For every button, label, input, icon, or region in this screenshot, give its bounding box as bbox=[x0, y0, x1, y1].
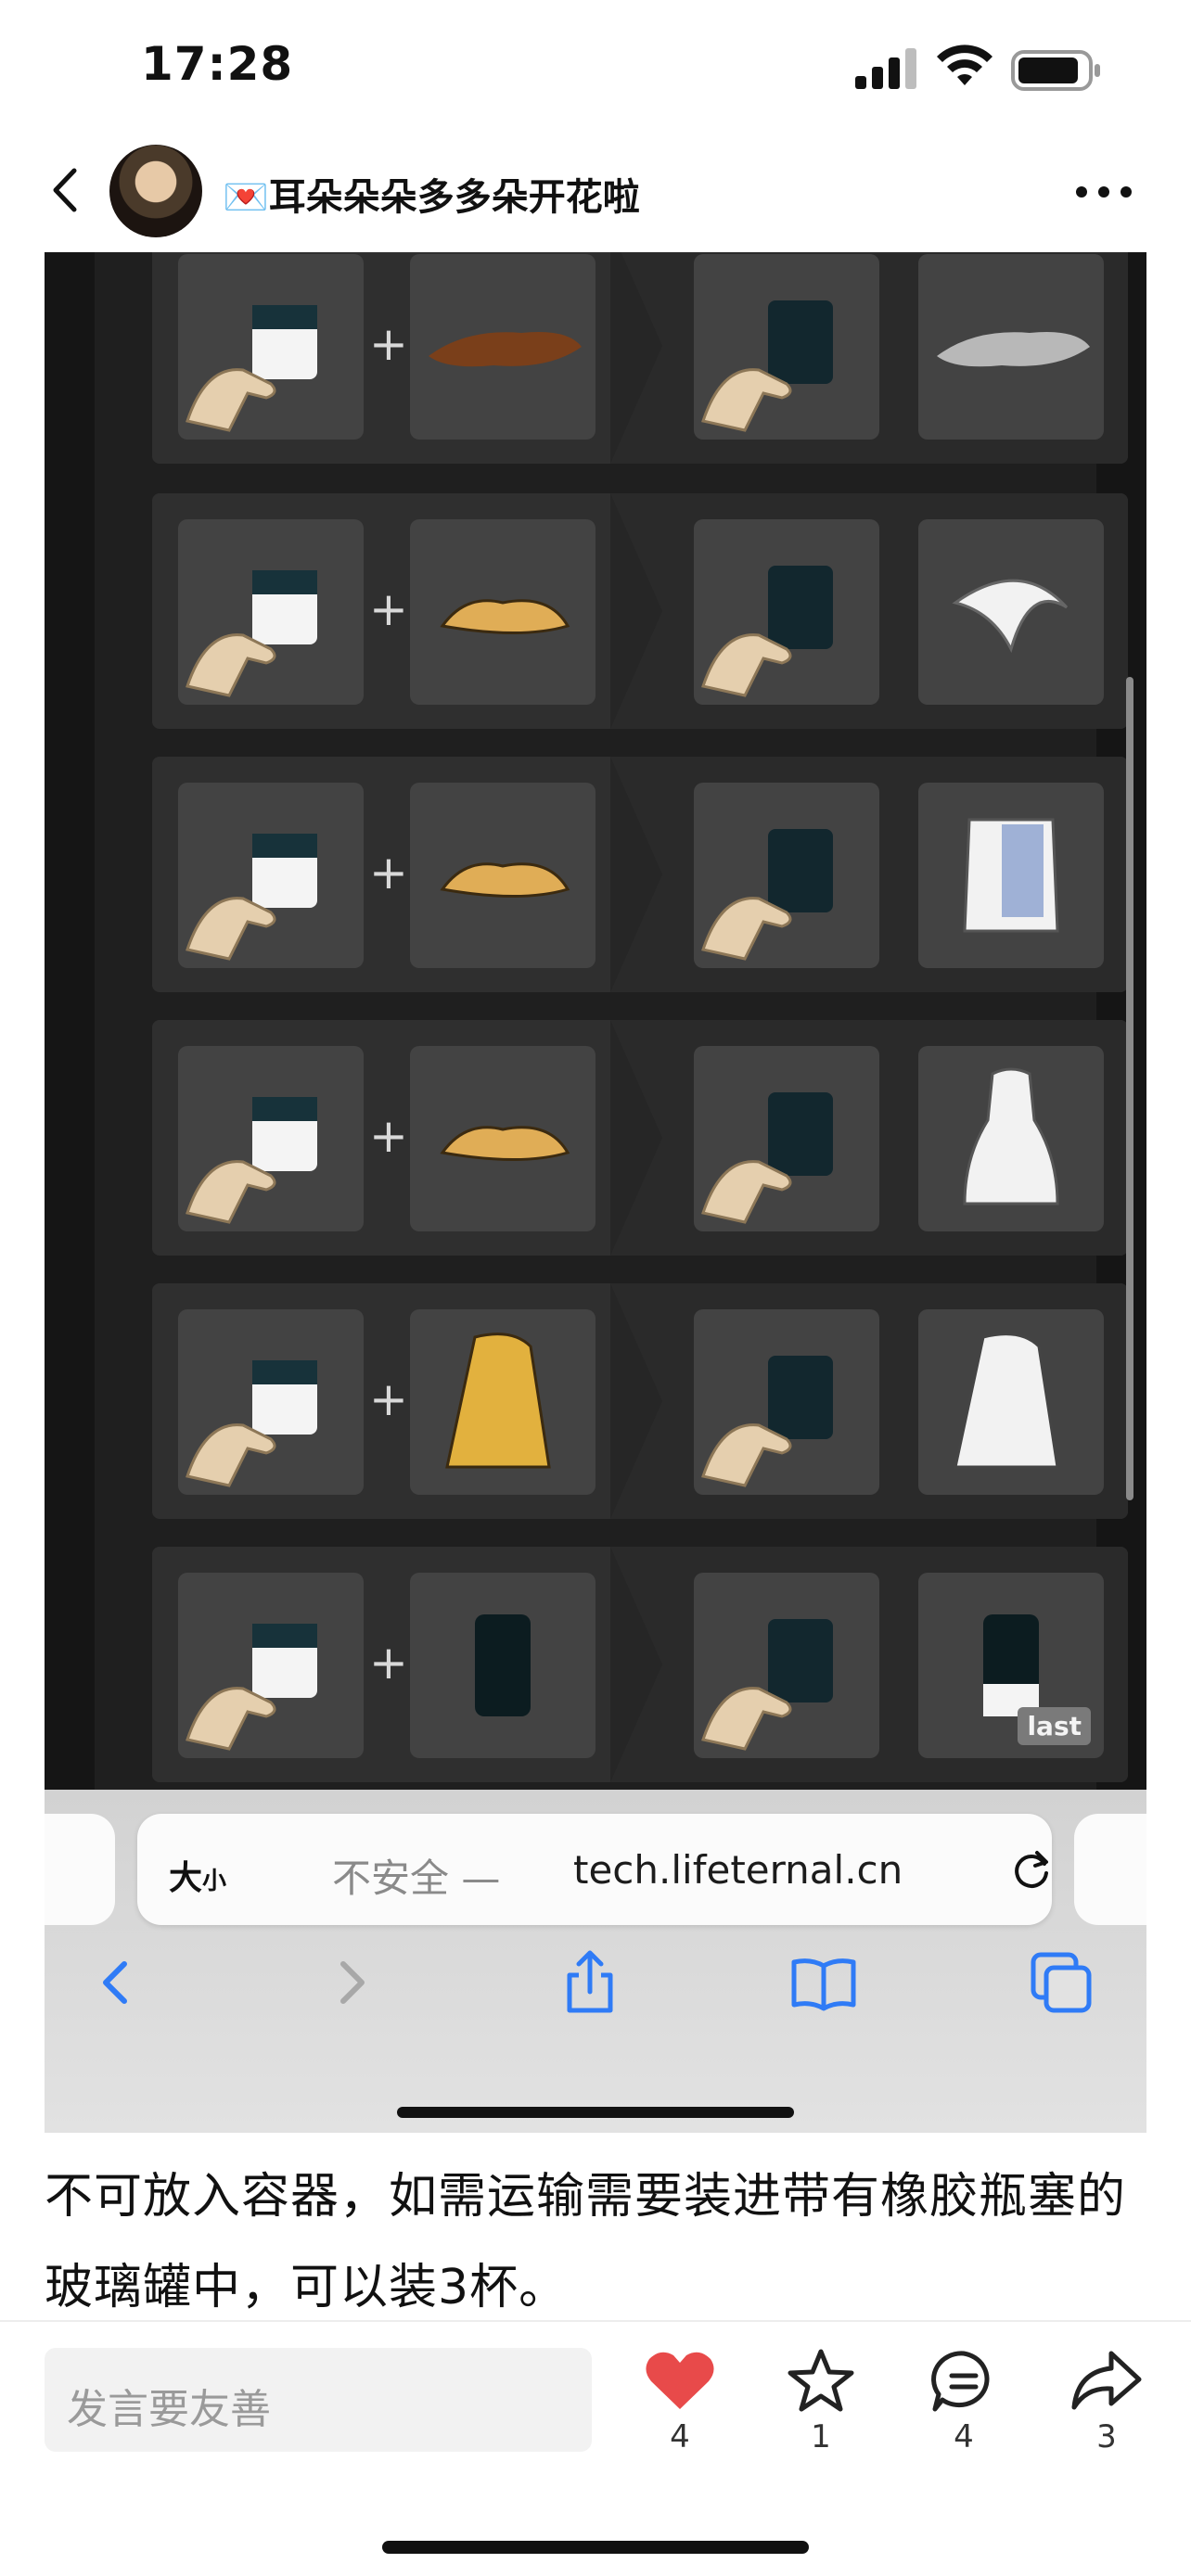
panel-scrollbar[interactable] bbox=[1126, 677, 1133, 1500]
address-bar[interactable]: 大小 不安全 — tech.lifeternal.cn bbox=[137, 1814, 1052, 1925]
slot-white-dress bbox=[918, 1046, 1104, 1231]
share-count: 3 bbox=[1096, 2418, 1117, 2455]
plus-sign: + bbox=[369, 1109, 408, 1163]
arrow-chevron bbox=[610, 1547, 662, 1782]
slot-hand-milk-jar bbox=[178, 1046, 364, 1231]
battery-icon bbox=[1011, 50, 1100, 91]
avatar[interactable] bbox=[109, 145, 202, 237]
comment-input[interactable]: 发言要友善 bbox=[45, 2348, 592, 2452]
favorite-count: 1 bbox=[811, 2418, 831, 2455]
recipe-row: + bbox=[152, 493, 1128, 729]
favorite-star-icon[interactable] bbox=[779, 2344, 863, 2418]
like-icon[interactable] bbox=[638, 2344, 722, 2418]
browser-forward-icon[interactable] bbox=[314, 1945, 388, 2020]
share-icon[interactable] bbox=[553, 1945, 627, 2020]
plus-sign: + bbox=[369, 1636, 408, 1690]
screenshot-home-indicator bbox=[397, 2107, 794, 2118]
slot-hand-milk-jar bbox=[178, 1309, 364, 1495]
slot-glass-jar bbox=[410, 1573, 596, 1758]
author-name[interactable]: 💌耳朵朵朵多多朵开花啦 bbox=[223, 167, 640, 221]
arrow-chevron bbox=[610, 1283, 662, 1519]
slot-hand-empty-jar bbox=[694, 1573, 879, 1758]
tabs-icon[interactable] bbox=[1024, 1945, 1098, 2020]
wifi-icon bbox=[937, 45, 992, 85]
slot-hand-milk-jar bbox=[178, 519, 364, 705]
text-size-button[interactable]: 大小 bbox=[169, 1851, 226, 1899]
recipe-row: + bbox=[152, 252, 1128, 464]
last-badge: last bbox=[1018, 1707, 1091, 1745]
plus-sign: + bbox=[369, 582, 408, 636]
slot-brown-fur bbox=[410, 254, 596, 440]
divider bbox=[0, 2320, 1191, 2322]
like-count: 4 bbox=[670, 2418, 690, 2455]
slot-white-fur bbox=[918, 254, 1104, 440]
slot-white-horn bbox=[918, 519, 1104, 705]
reload-icon[interactable] bbox=[1007, 1845, 1056, 1894]
plus-sign: + bbox=[369, 846, 408, 899]
browser-toolbar: 大小 不安全 — tech.lifeternal.cn bbox=[45, 1790, 1146, 2133]
slot-white-cloak bbox=[918, 1309, 1104, 1495]
recipe-row: + last bbox=[152, 1547, 1128, 1782]
slot-wool-pile bbox=[410, 783, 596, 968]
post-body-text: 不可放入容器，如需运输需要装进带有橡胶瓶塞的玻璃罐中，可以装3杯。 bbox=[45, 2169, 1127, 2315]
cellular-signal-icon bbox=[855, 48, 916, 89]
plus-sign: + bbox=[369, 317, 408, 371]
comment-placeholder: 发言要友善 bbox=[67, 2386, 271, 2433]
arrow-chevron bbox=[610, 252, 662, 464]
not-secure-label: 不安全 — bbox=[332, 1855, 501, 1901]
slot-milk-jar-result: last bbox=[918, 1573, 1104, 1758]
slot-wool-pile bbox=[410, 1046, 596, 1231]
arrow-chevron bbox=[610, 757, 662, 992]
back-icon[interactable] bbox=[39, 158, 95, 223]
slot-hand-milk-jar bbox=[178, 783, 364, 968]
status-time: 17:28 bbox=[141, 37, 294, 91]
slot-hand-empty-jar bbox=[694, 783, 879, 968]
bookmarks-icon[interactable] bbox=[787, 1945, 861, 2020]
comment-icon[interactable] bbox=[922, 2344, 1005, 2418]
recipe-row: + bbox=[152, 1020, 1128, 1256]
recipe-screenshot-panel: + + + + + + last bbox=[45, 252, 1146, 1790]
arrow-chevron bbox=[610, 1020, 662, 1256]
next-tab-preview[interactable] bbox=[1074, 1814, 1146, 1925]
slot-hand-empty-jar bbox=[694, 254, 879, 440]
comment-count: 4 bbox=[954, 2418, 974, 2455]
plus-sign: + bbox=[369, 1372, 408, 1426]
home-indicator bbox=[382, 2541, 809, 2554]
recipe-row: + bbox=[152, 757, 1128, 992]
slot-white-skirt bbox=[918, 783, 1104, 968]
arrow-chevron bbox=[610, 493, 662, 729]
slot-hand-empty-jar bbox=[694, 519, 879, 705]
slot-wool-pile bbox=[410, 519, 596, 705]
more-options-icon[interactable] bbox=[1072, 181, 1135, 203]
slot-hand-empty-jar bbox=[694, 1046, 879, 1231]
slot-yellow-cloak bbox=[410, 1309, 596, 1495]
browser-back-icon[interactable] bbox=[80, 1945, 154, 2020]
previous-tab-preview[interactable] bbox=[45, 1814, 115, 1925]
slot-hand-milk-jar bbox=[178, 1573, 364, 1758]
share-forward-icon[interactable] bbox=[1065, 2344, 1148, 2418]
url-domain[interactable]: tech.lifeternal.cn bbox=[573, 1847, 903, 1893]
recipe-row: + bbox=[152, 1283, 1128, 1519]
slot-hand-empty-jar bbox=[694, 1309, 879, 1495]
slot-hand-milk-jar bbox=[178, 254, 364, 440]
